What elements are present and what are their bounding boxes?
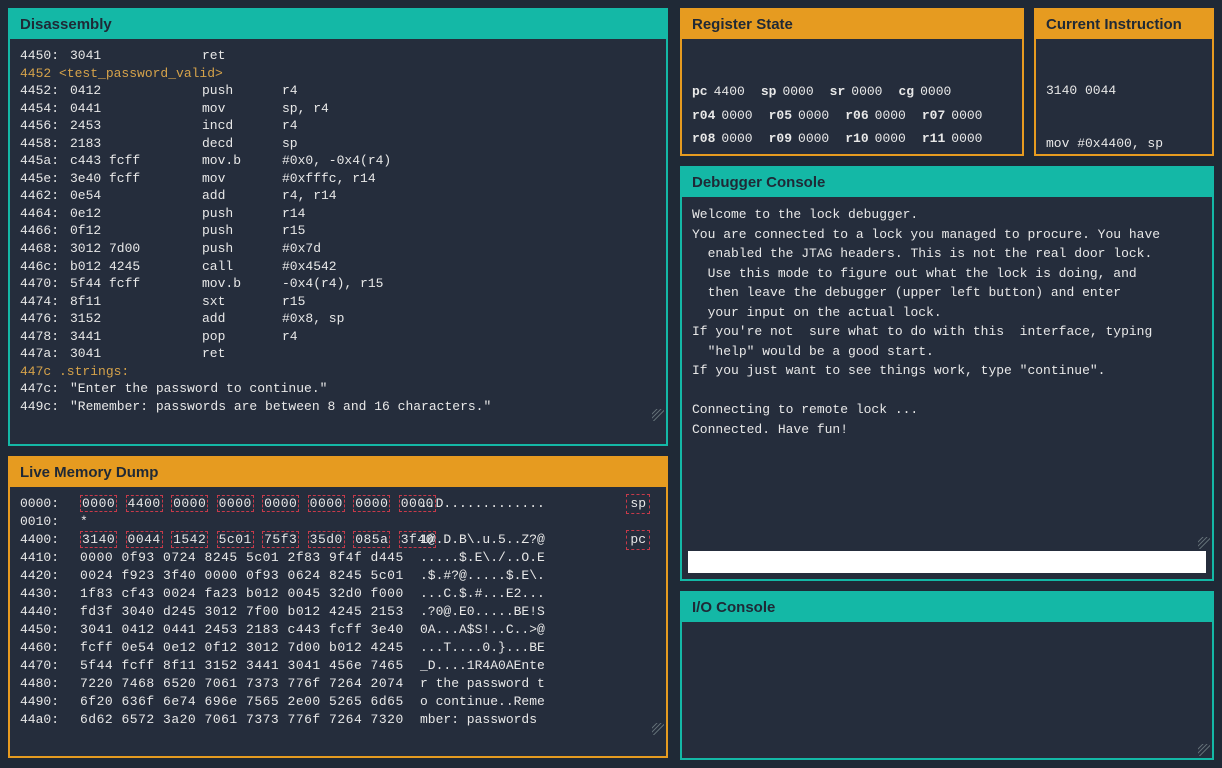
- disassembly-panel: Disassembly 4450:3041ret4452 <test_passw…: [8, 8, 668, 446]
- register-pc: pc4400: [692, 82, 745, 102]
- disassembly-row: 4470:5f44 fcffmov.b-0x4(r4), r15: [20, 275, 656, 293]
- register-sp: sp0000: [761, 82, 814, 102]
- memory-line: 4450:3041 0412 0441 2453 2183 c443 fcff …: [20, 621, 656, 639]
- io-console-title: I/O Console: [682, 593, 1212, 622]
- register-cg: cg0000: [898, 82, 951, 102]
- memory-line: 4410:0000 0f93 0724 8245 5c01 2f83 9f4f …: [20, 549, 656, 567]
- disassembly-row: 4476:3152add#0x8, sp: [20, 310, 656, 328]
- register-r07: r070000: [922, 106, 983, 126]
- disassembly-row: 445e:3e40 fcffmov#0xfffc, r14: [20, 170, 656, 188]
- register-r04: r040000: [692, 106, 753, 126]
- current-instruction-title: Current Instruction: [1036, 10, 1212, 39]
- disassembly-string: 449c:"Remember: passwords are between 8 …: [20, 398, 656, 416]
- io-console-body[interactable]: [682, 622, 1212, 758]
- register-r09: r090000: [769, 129, 830, 149]
- current-instruction-body: 3140 0044 mov #0x4400, sp: [1036, 39, 1212, 154]
- register-r15: r150000: [922, 153, 983, 154]
- memory-line: 4420:0024 f923 3f40 0000 0f93 0624 8245 …: [20, 567, 656, 585]
- register-r10: r100000: [845, 129, 906, 149]
- disassembly-row: 446c:b012 4245call#0x4542: [20, 258, 656, 276]
- register-r13: r130000: [769, 153, 830, 154]
- disassembly-label: 447c .strings:: [20, 363, 656, 381]
- debugger-console-input[interactable]: [688, 551, 1206, 573]
- disassembly-row: 4474:8f11sxtr15: [20, 293, 656, 311]
- current-instruction-panel: Current Instruction 3140 0044 mov #0x440…: [1034, 8, 1214, 156]
- disassembly-row: 4464:0e12pushr14: [20, 205, 656, 223]
- register-state-body: pc4400 sp0000 sr0000 cg0000 r040000 r050000 r0…: [682, 39, 1022, 154]
- memory-dump-panel: Live Memory Dump 0000:0000 4400 0000 000…: [8, 456, 668, 758]
- memory-dump-body[interactable]: 0000:0000 4400 0000 0000 0000 0000 0000 …: [10, 487, 666, 737]
- memory-line: 4460:fcff 0e54 0e12 0f12 3012 7d00 b012 …: [20, 639, 656, 657]
- disassembly-title: Disassembly: [10, 10, 666, 39]
- disassembly-row: 4450:3041ret: [20, 47, 656, 65]
- io-console-panel: I/O Console: [680, 591, 1214, 760]
- disassembly-label: 4452 <test_password_valid>: [20, 65, 656, 83]
- disassembly-row: 4458:2183decdsp: [20, 135, 656, 153]
- memory-line: 0000:0000 4400 0000 0000 0000 0000 0000 …: [20, 495, 656, 513]
- memory-dump-title: Live Memory Dump: [10, 458, 666, 487]
- register-r06: r060000: [845, 106, 906, 126]
- memory-pointer-pc: pc: [626, 530, 650, 550]
- memory-line: 4480:7220 7468 6520 7061 7373 776f 7264 …: [20, 675, 656, 693]
- register-r12: r120000: [692, 153, 753, 154]
- disassembly-row: 4462:0e54addr4, r14: [20, 187, 656, 205]
- memory-line: 4400:3140 0044 1542 5c01 75f3 35d0 085a …: [20, 531, 656, 549]
- current-instruction-hex: 3140 0044: [1046, 82, 1202, 100]
- register-r11: r110000: [922, 129, 983, 149]
- disassembly-row: 445a:c443 fcffmov.b#0x0, -0x4(r4): [20, 152, 656, 170]
- debugger-console-body[interactable]: Welcome to the lock debugger. You are co…: [682, 197, 1212, 551]
- debugger-console-panel: Debugger Console Welcome to the lock deb…: [680, 166, 1214, 581]
- memory-line: 44a0:6d62 6572 3a20 7061 7373 776f 7264 …: [20, 711, 656, 729]
- disassembly-row: 4452:0412pushr4: [20, 82, 656, 100]
- disassembly-row: 447a:3041ret: [20, 345, 656, 363]
- disassembly-string: 447c:"Enter the password to continue.": [20, 380, 656, 398]
- register-state-panel: Register State pc4400 sp0000 sr0000 cg0000 r…: [680, 8, 1024, 156]
- memory-line: 4430:1f83 cf43 0024 fa23 b012 0045 32d0 …: [20, 585, 656, 603]
- register-sr: sr0000: [830, 82, 883, 102]
- register-state-title: Register State: [682, 10, 1022, 39]
- disassembly-row: 4478:3441popr4: [20, 328, 656, 346]
- disassembly-row: 4466:0f12pushr15: [20, 222, 656, 240]
- register-r08: r080000: [692, 129, 753, 149]
- memory-line: 4440:fd3f 3040 d245 3012 7f00 b012 4245 …: [20, 603, 656, 621]
- memory-line: 4490:6f20 636f 6e74 696e 7565 2e00 5265 …: [20, 693, 656, 711]
- memory-pointer-sp: sp: [626, 494, 650, 514]
- current-instruction-text: mov #0x4400, sp: [1046, 135, 1202, 153]
- memory-line: 4470:5f44 fcff 8f11 3152 3441 3041 456e …: [20, 657, 656, 675]
- disassembly-row: 4456:2453incdr4: [20, 117, 656, 135]
- register-r14: r140000: [845, 153, 906, 154]
- disassembly-body[interactable]: 4450:3041ret4452 <test_password_valid>44…: [10, 39, 666, 423]
- register-r05: r050000: [769, 106, 830, 126]
- memory-line: 0010:*: [20, 513, 656, 531]
- disassembly-row: 4454:0441movsp, r4: [20, 100, 656, 118]
- disassembly-row: 4468:3012 7d00push#0x7d: [20, 240, 656, 258]
- debugger-console-title: Debugger Console: [682, 168, 1212, 197]
